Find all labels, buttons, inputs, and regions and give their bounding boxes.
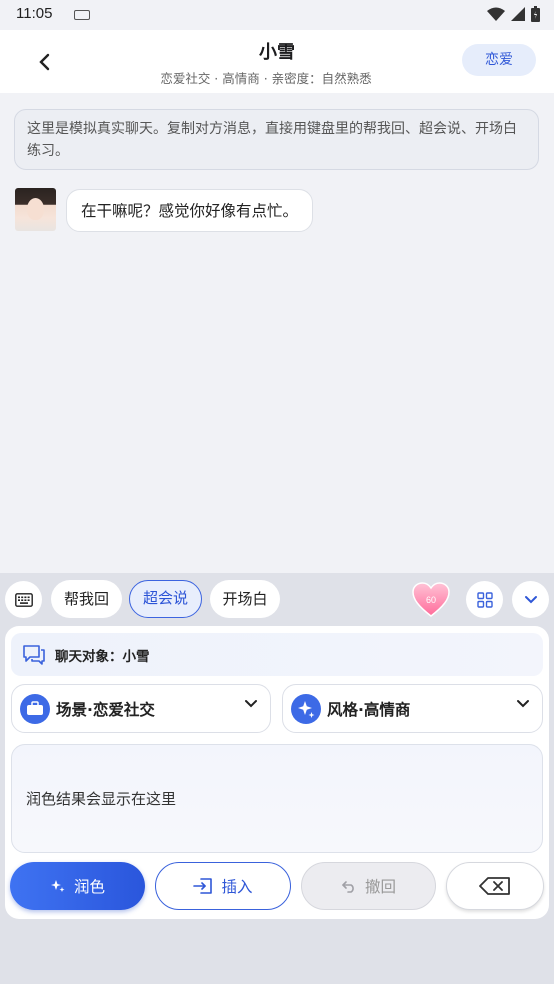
- status-time: 11:05: [16, 5, 53, 22]
- signal-icon: [511, 7, 525, 21]
- message-bubble[interactable]: 在干嘛呢？感觉你好像有点忙。: [66, 189, 314, 232]
- status-bar: 11:05: [0, 0, 554, 30]
- grid-menu-button[interactable]: [466, 581, 503, 618]
- intimacy-heart[interactable]: 60: [412, 582, 450, 618]
- keyboard-panel: 帮我回 超会说 开场白 60 聊天对象：小雪 场景·恋爱社交 风格·高情商 润色…: [0, 573, 554, 984]
- sparkle-icon: [50, 880, 65, 892]
- style-select[interactable]: 风格·高情商: [282, 684, 543, 733]
- chat-notice: 这里是模拟真实聊天。复制对方消息，直接用键盘里的帮我回、超会说、开场白练习。: [14, 109, 539, 170]
- insert-button[interactable]: 插入: [155, 862, 291, 910]
- status-icons: [487, 6, 540, 22]
- backspace-icon: [479, 877, 510, 895]
- polish-result-area[interactable]: 润色结果会显示在这里: [11, 744, 543, 853]
- insert-button-label: 插入: [221, 878, 253, 896]
- heart-badge: 60: [426, 595, 436, 605]
- polish-button-label: 润色: [73, 878, 105, 896]
- chevron-down-icon: [245, 700, 257, 708]
- avatar[interactable]: [15, 188, 56, 231]
- contact-subtitle: 恋爱社交 · 高情商 · 亲密度：自然熟悉: [160, 71, 372, 86]
- chevron-down-icon: [517, 700, 529, 708]
- grid-icon: [476, 591, 493, 608]
- keyboard-status-icon: [74, 10, 90, 20]
- keyboard-toggle-button[interactable]: [5, 581, 42, 618]
- message-row: 在干嘛呢？感觉你好像有点忙。: [15, 188, 314, 232]
- tab-opener[interactable]: 开场白: [210, 580, 280, 618]
- scene-select-label: 场景·恋爱社交: [56, 700, 155, 719]
- keyboard-icon: [14, 592, 33, 607]
- tab-super-talk[interactable]: 超会说: [129, 580, 202, 618]
- chat-bubble-icon: [23, 644, 45, 665]
- scene-select[interactable]: 场景·恋爱社交: [11, 684, 271, 733]
- keyboard-toolbar: 帮我回 超会说 开场白 60: [0, 573, 554, 625]
- heart-icon: 60: [412, 582, 450, 617]
- undo-button[interactable]: 撤回: [301, 862, 436, 910]
- tab-help-reply[interactable]: 帮我回: [51, 580, 122, 618]
- chat-target-label: 聊天对象：小雪: [55, 648, 150, 665]
- sparkle-icon: [291, 693, 321, 724]
- super-talk-card: 聊天对象：小雪 场景·恋爱社交 风格·高情商 润色结果会显示在这里 润色 插入: [5, 626, 549, 919]
- style-select-label: 风格·高情商: [327, 700, 411, 719]
- undo-button-label: 撤回: [364, 878, 396, 896]
- mode-button[interactable]: 恋爱: [462, 44, 536, 76]
- battery-icon: [531, 6, 540, 22]
- insert-icon: [193, 878, 213, 894]
- chat-header: 小雪 恋爱社交 · 高情商 · 亲密度：自然熟悉 恋爱: [0, 30, 554, 93]
- wifi-icon: [487, 7, 505, 21]
- polish-button[interactable]: 润色: [10, 862, 145, 910]
- chat-target-bar: 聊天对象：小雪: [11, 633, 543, 676]
- chevron-down-icon: [524, 596, 537, 604]
- delete-button[interactable]: [446, 862, 544, 910]
- briefcase-icon: [20, 693, 50, 724]
- collapse-keyboard-button[interactable]: [512, 581, 549, 618]
- undo-icon: [342, 881, 354, 893]
